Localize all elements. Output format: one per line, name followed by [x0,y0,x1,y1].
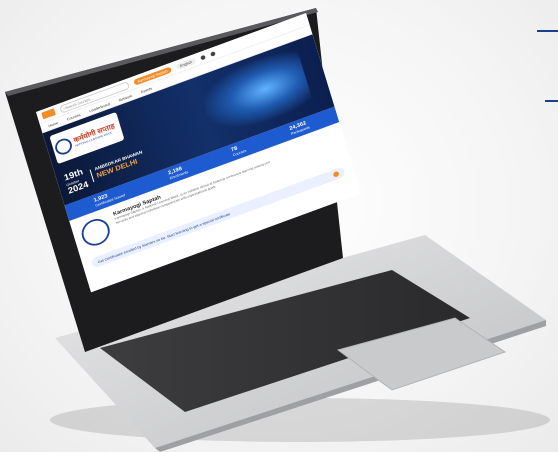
mandala-icon [53,136,74,157]
nav-item-home[interactable]: Home [48,120,59,128]
site-logo[interactable] [41,108,56,120]
arrow-icon[interactable] [332,170,340,178]
venue: AMBEDKAR BHAWAN NEW DELHI [89,150,146,182]
avatar[interactable] [209,50,216,57]
notification-icon[interactable] [200,54,206,61]
laptop-scene: ⌕ Search courses... Karmayogi Saptah Eng… [0,0,558,452]
event-emblem [78,215,113,250]
stat-item: 78 Courses [231,143,247,157]
